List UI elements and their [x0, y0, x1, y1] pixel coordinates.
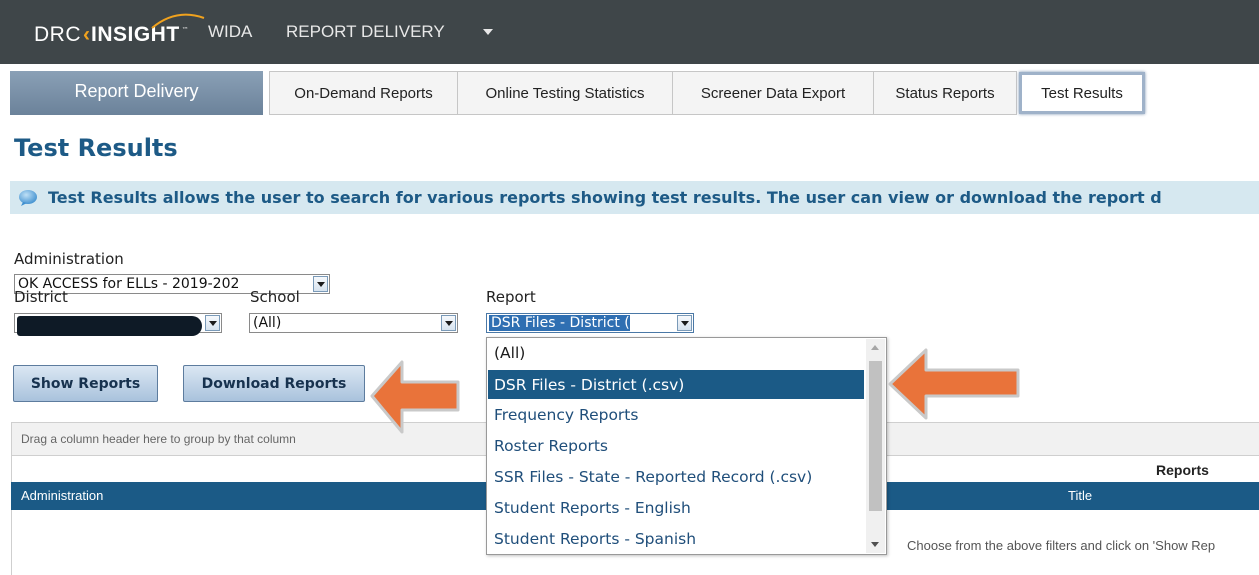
tab-on-demand-reports[interactable]: On-Demand Reports — [269, 71, 458, 115]
report-option-dsr-district[interactable]: DSR Files - District (.csv) — [488, 370, 864, 399]
top-bar: DRC ‹ INSIGHT ™ WIDA REPORT DELIVERY — [0, 0, 1259, 64]
reports-group-header: Reports — [1156, 462, 1209, 478]
report-label: Report — [486, 288, 536, 306]
page-title: Test Results — [14, 134, 178, 162]
logo-swoosh-icon — [151, 13, 205, 29]
report-option-all[interactable]: (All) — [488, 338, 864, 367]
dropdown-scrollbar[interactable] — [866, 339, 885, 553]
tab-test-results[interactable]: Test Results — [1019, 72, 1145, 114]
report-option-roster[interactable]: Roster Reports — [488, 431, 864, 460]
speech-bubble-icon — [19, 189, 37, 206]
scroll-down-icon[interactable] — [871, 542, 879, 547]
report-value: DSR Files - District ( — [488, 314, 631, 332]
download-reports-button[interactable]: Download Reports — [183, 365, 365, 402]
administration-label: Administration — [14, 250, 124, 268]
logo-chevron-icon: ‹ — [83, 23, 90, 46]
left-arrow-annotation-icon — [888, 348, 1020, 420]
column-title[interactable]: Title — [1068, 488, 1092, 503]
report-nav: Report Delivery On-Demand Reports Online… — [0, 71, 1259, 115]
logo-drc-text: DRC — [34, 23, 81, 46]
info-banner: Test Results allows the user to search f… — [10, 181, 1259, 214]
report-option-frequency[interactable]: Frequency Reports — [488, 400, 864, 429]
chevron-down-icon[interactable] — [205, 315, 220, 331]
tab-screener-data-export[interactable]: Screener Data Export — [672, 71, 874, 115]
report-option-ssr-state[interactable]: SSR Files - State - Reported Record (.cs… — [488, 462, 864, 491]
report-select[interactable]: DSR Files - District ( — [486, 313, 694, 333]
scroll-up-icon[interactable] — [871, 345, 879, 350]
district-label: District — [14, 288, 68, 306]
column-administration[interactable]: Administration — [21, 488, 103, 503]
wida-link[interactable]: WIDA — [208, 22, 252, 42]
school-label: School — [250, 288, 300, 306]
chevron-down-icon[interactable] — [441, 315, 456, 331]
report-option-student-spanish[interactable]: Student Reports - Spanish — [488, 524, 864, 553]
tab-online-testing-statistics[interactable]: Online Testing Statistics — [457, 71, 673, 115]
show-reports-button[interactable]: Show Reports — [13, 365, 158, 402]
scrollbar-thumb[interactable] — [869, 361, 882, 511]
redacted-district-name — [17, 316, 202, 336]
report-dropdown-list[interactable]: (All) DSR Files - District (.csv) Freque… — [486, 337, 887, 555]
report-delivery-title: Report Delivery — [10, 71, 263, 115]
chevron-down-icon[interactable] — [313, 276, 328, 292]
school-value: (All) — [253, 315, 282, 331]
report-delivery-menu[interactable]: REPORT DELIVERY — [286, 22, 445, 42]
left-arrow-annotation-icon — [370, 360, 460, 434]
empty-grid-message: Choose from the above filters and click … — [907, 538, 1216, 553]
chevron-down-icon[interactable] — [483, 29, 493, 35]
info-text: Test Results allows the user to search f… — [48, 188, 1162, 207]
report-option-student-english[interactable]: Student Reports - English — [488, 493, 864, 522]
chevron-down-icon[interactable] — [677, 315, 692, 331]
school-select[interactable]: (All) — [249, 313, 458, 333]
tab-status-reports[interactable]: Status Reports — [873, 71, 1017, 115]
